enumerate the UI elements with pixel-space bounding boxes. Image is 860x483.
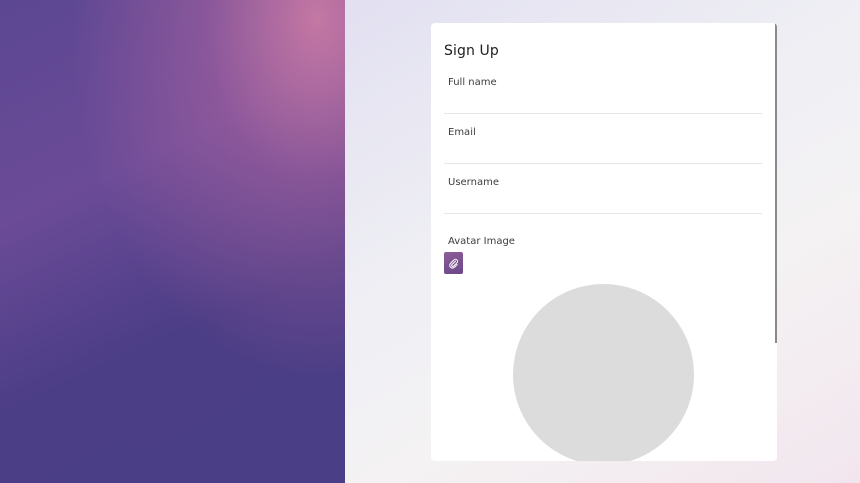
avatar-preview	[513, 284, 694, 461]
email-input[interactable]	[444, 141, 762, 164]
email-label: Email	[448, 127, 476, 138]
username-input[interactable]	[444, 191, 762, 214]
page-title: Sign Up	[444, 43, 499, 59]
hero-gradient-panel	[0, 0, 345, 483]
username-field: Username	[444, 177, 762, 219]
attach-avatar-button[interactable]	[444, 252, 463, 274]
full-name-label: Full name	[448, 77, 497, 88]
username-label: Username	[448, 177, 499, 188]
full-name-input[interactable]	[444, 91, 762, 114]
scrollbar[interactable]	[775, 23, 777, 343]
email-field: Email	[444, 127, 762, 169]
paperclip-icon	[449, 258, 458, 269]
full-name-field: Full name	[444, 77, 762, 119]
avatar-image-label: Avatar Image	[448, 236, 515, 247]
signup-card: Sign Up Full name Email Username Avatar …	[431, 23, 777, 461]
